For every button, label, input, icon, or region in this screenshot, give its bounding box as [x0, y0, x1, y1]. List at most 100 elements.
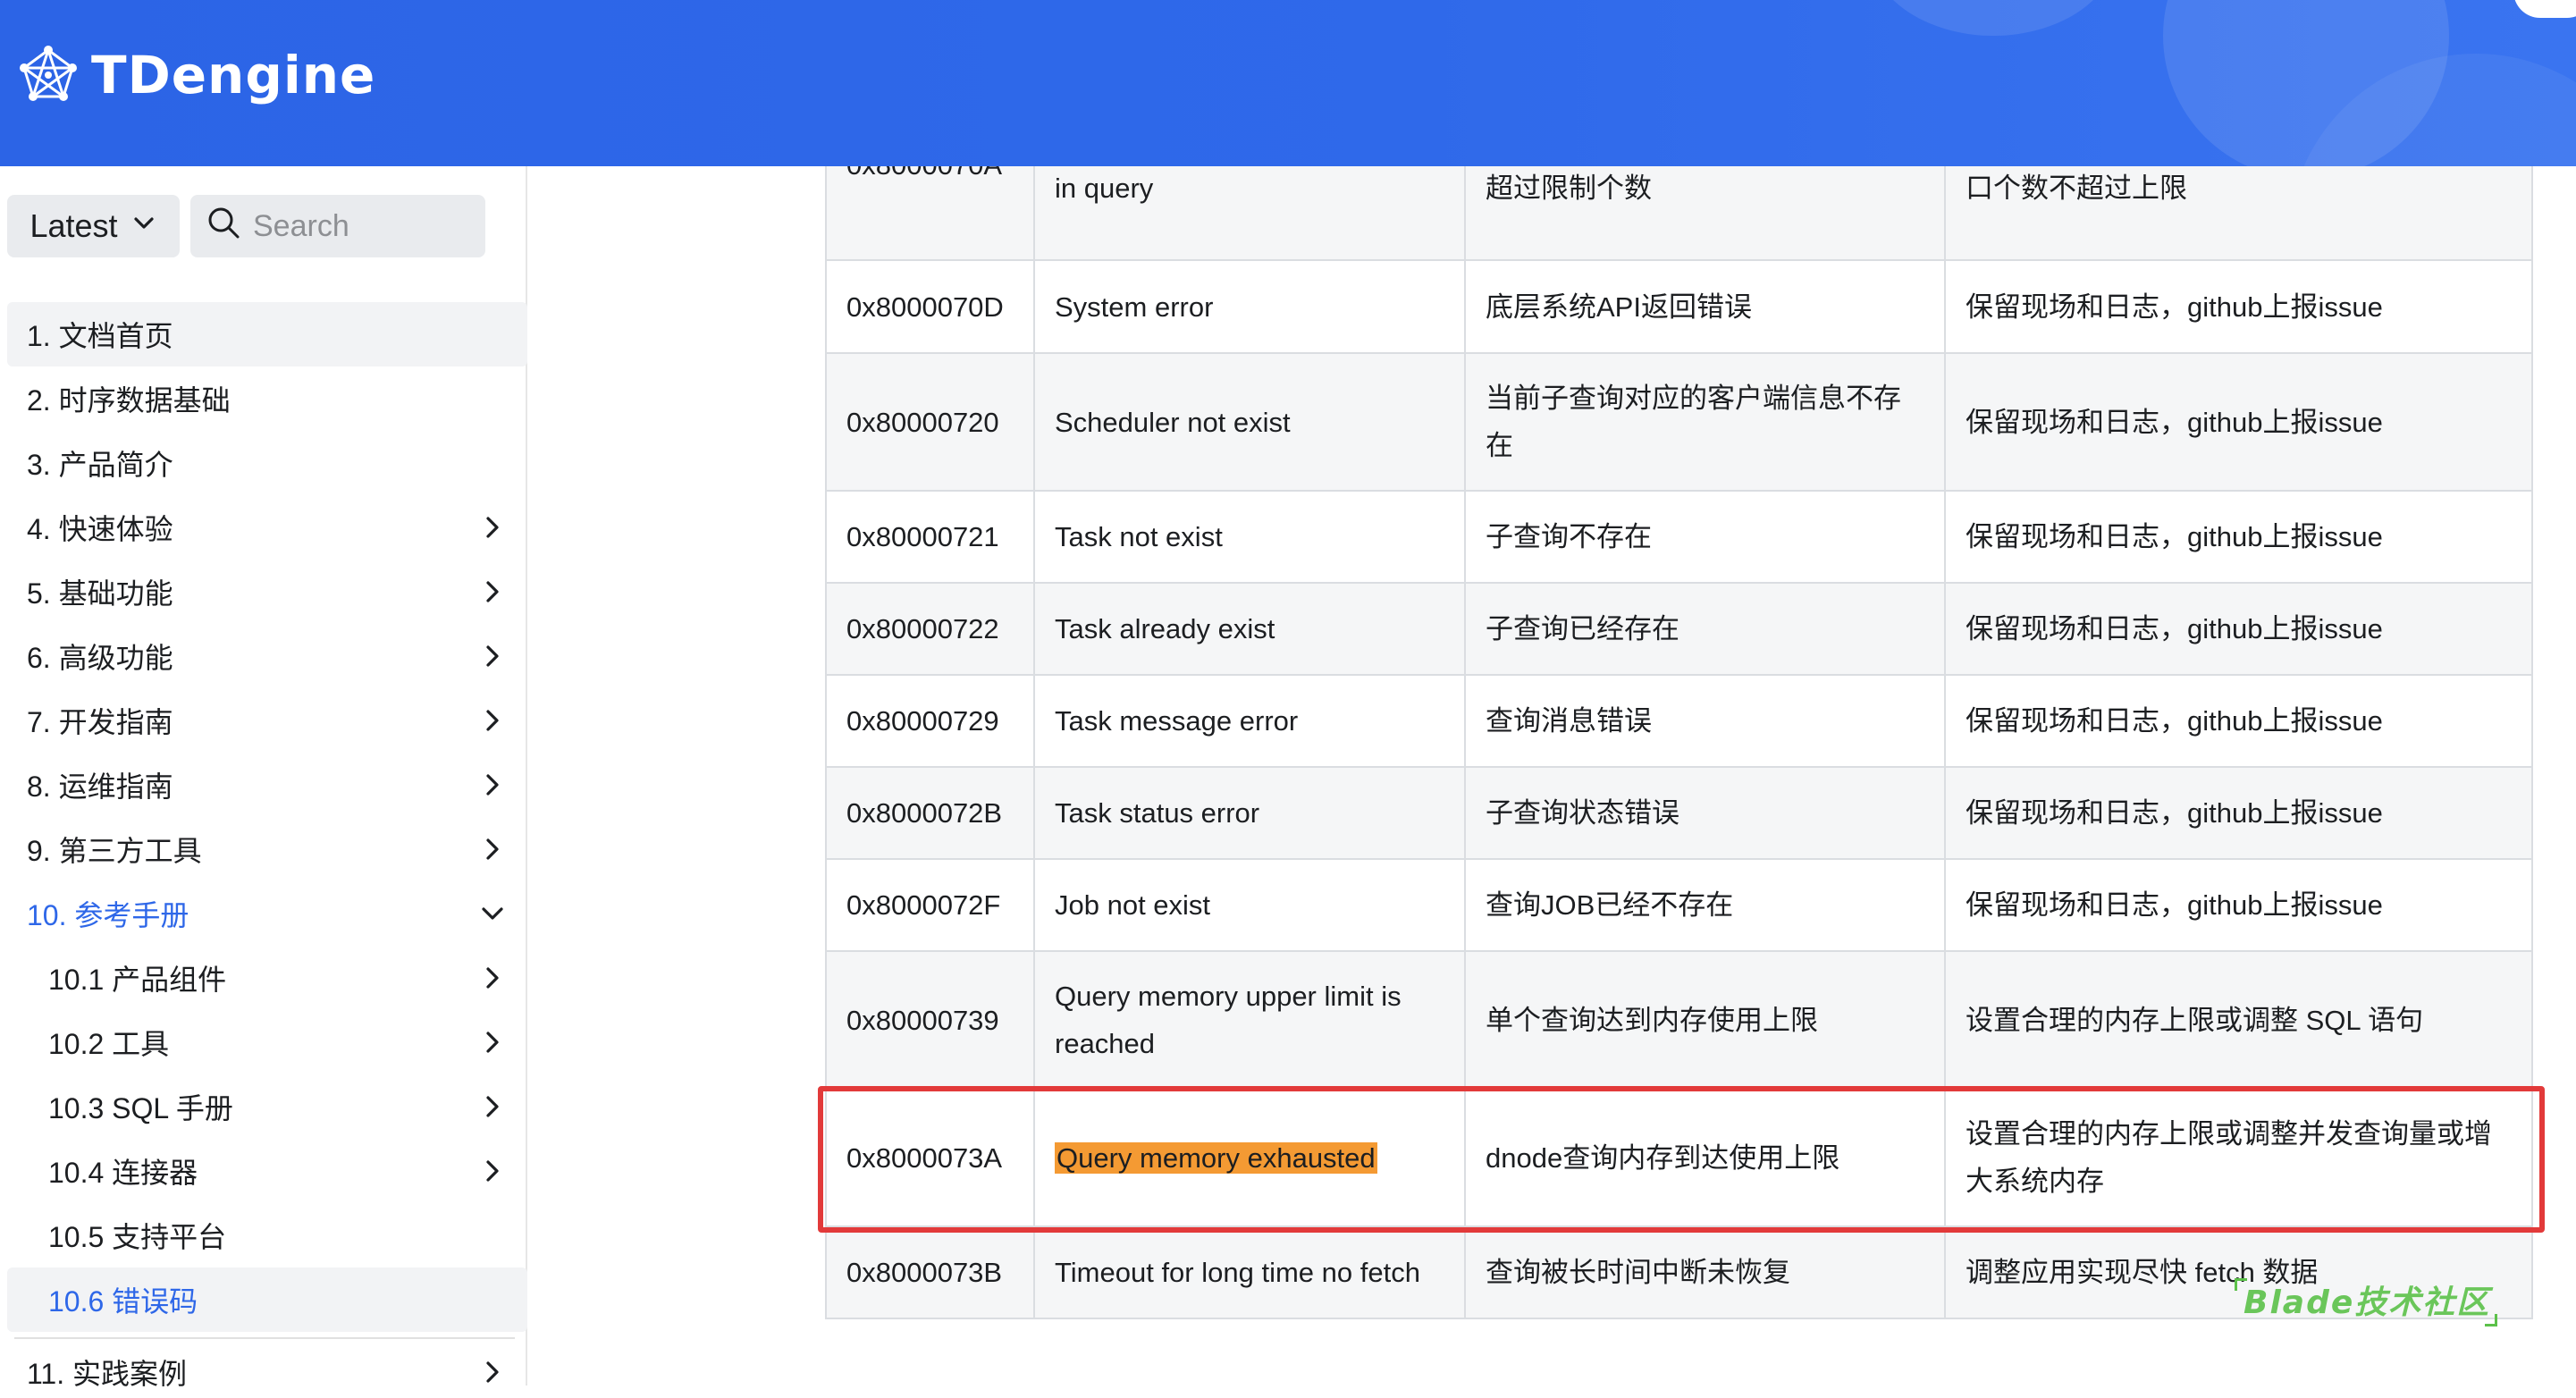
sidebar-item-label: 10.1 产品组件 [48, 964, 227, 996]
error-description-cell: dnode查询内存到达使用上限 [1464, 1088, 1946, 1227]
table-row: 0x8000070D System error 底层系统API返回错误 保留现场… [825, 259, 2533, 354]
sidebar-item-label: 10.5 支持平台 [48, 1221, 227, 1253]
chevron-right-icon[interactable] [477, 641, 508, 671]
table-row-highlighted: 0x8000073A Query memory exhausted dnode查… [825, 1088, 2533, 1227]
tdengine-star-logo-icon [18, 45, 79, 105]
header-corner-decoration [2513, 0, 2576, 18]
sidebar-item-tools[interactable]: 10.2 工具 [7, 1010, 527, 1074]
search-input[interactable] [253, 208, 467, 244]
chevron-right-icon[interactable] [477, 512, 508, 543]
error-message-cell: Job not exist [1033, 858, 1466, 952]
table-row: 0x8000072F Job not exist 查询JOB已经不存在 保留现场… [825, 858, 2533, 952]
error-code-cell: 0x80000722 [825, 582, 1035, 676]
sidebar-item-quick-start[interactable]: 4. 快速体验 [7, 495, 527, 560]
error-description-cell: 子查询不存在 [1464, 490, 1946, 584]
chevron-down-icon [130, 207, 157, 245]
table-row: 0x80000721 Task not exist 子查询不存在 保留现场和日志… [825, 490, 2533, 584]
chevron-right-icon[interactable] [477, 963, 508, 993]
version-dropdown[interactable]: Latest [7, 195, 180, 257]
error-message-cell: Task status error [1033, 766, 1466, 860]
sidebar-item-docs-home[interactable]: 1. 文档首页 [7, 302, 527, 366]
chevron-right-icon[interactable] [477, 1091, 508, 1122]
watermark-corner [2485, 1314, 2497, 1326]
search-box[interactable] [190, 195, 485, 257]
sidebar-divider [14, 1337, 515, 1339]
sidebar-item-connectors[interactable]: 10.4 连接器 [7, 1139, 527, 1203]
chevron-right-icon[interactable] [477, 1357, 508, 1387]
sidebar-item-third-party-tools[interactable]: 9. 第三方工具 [7, 817, 527, 881]
error-message-cell: Scheduler not exist [1033, 352, 1466, 492]
docs-sidebar: Latest 1. 文档首页 2. 时序数据基础 3. 产品简介 4. 快速体验… [0, 166, 527, 1390]
error-action-cell: 保留现场和日志，github上报issue [1944, 766, 2533, 860]
error-code-cell: 0x80000729 [825, 674, 1035, 768]
error-code-cell: 0x80000739 [825, 950, 1035, 1090]
error-description-cell: 当前子查询对应的客户端信息不存在 [1464, 352, 1946, 492]
chevron-right-icon[interactable] [477, 1156, 508, 1186]
error-action-cell: 设置合理的内存上限或调整 SQL 语句 [1944, 950, 2533, 1090]
error-action-cell: 保留现场和日志，github上报issue [1944, 858, 2533, 952]
table-row: 0x80000722 Task already exist 子查询已经存在 保留… [825, 582, 2533, 676]
sidebar-item-dev-guide[interactable]: 7. 开发指南 [7, 688, 527, 753]
chevron-right-icon[interactable] [477, 577, 508, 607]
error-message-cell: Task already exist [1033, 582, 1466, 676]
error-action-cell: 保留现场和日志，github上报issue [1944, 674, 2533, 768]
error-action-cell: 保留现场和日志，github上报issue [1944, 352, 2533, 492]
sidebar-item-product-components[interactable]: 10.1 产品组件 [7, 946, 527, 1010]
chevron-right-icon[interactable] [477, 770, 508, 800]
error-message-cell: Query memory exhausted [1033, 1088, 1466, 1227]
chevron-right-icon[interactable] [477, 834, 508, 864]
error-code-cell: 0x80000720 [825, 352, 1035, 492]
sidebar-item-timeseries-basics[interactable]: 2. 时序数据基础 [7, 366, 527, 431]
error-code-cell: 0x8000072F [825, 858, 1035, 952]
error-action-cell: 设置合理的内存上限或调整并发查询量或增大系统内存 [1944, 1088, 2533, 1227]
error-message-cell: Task message error [1033, 674, 1466, 768]
sidebar-item-ops-guide[interactable]: 8. 运维指南 [7, 753, 527, 817]
error-code-cell: 0x8000073B [825, 1225, 1035, 1319]
error-action-cell: 保留现场和日志，github上报issue [1944, 490, 2533, 584]
sidebar-item-label: 1. 文档首页 [27, 320, 173, 352]
sidebar-menu: 1. 文档首页 2. 时序数据基础 3. 产品简介 4. 快速体验 5. 基础功… [7, 302, 527, 1398]
sidebar-item-basic-features[interactable]: 5. 基础功能 [7, 560, 527, 624]
chevron-down-icon[interactable] [477, 898, 508, 929]
sidebar-item-label: 5. 基础功能 [27, 577, 173, 610]
error-code-cell: 0x8000073A [825, 1088, 1035, 1227]
chevron-right-icon[interactable] [477, 705, 508, 736]
sidebar-item-label: 10. 参考手册 [27, 899, 189, 931]
sidebar-item-label: 7. 开发指南 [27, 706, 173, 738]
sidebar-item-error-codes[interactable]: 10.6 错误码 [7, 1267, 527, 1332]
sidebar-toolbar: Latest [7, 195, 485, 257]
error-description-cell: 查询被长时间中断未恢复 [1464, 1225, 1946, 1319]
chevron-right-icon[interactable] [477, 1027, 508, 1057]
sidebar-item-label: 8. 运维指南 [27, 771, 173, 803]
search-icon [206, 206, 240, 248]
sidebar-item-supported-platforms[interactable]: 10.5 支持平台 [7, 1203, 527, 1267]
version-label: Latest [29, 207, 118, 244]
error-message-cell: System error [1033, 259, 1466, 354]
sidebar-item-practice-cases[interactable]: 11. 实践案例 [7, 1346, 527, 1398]
sidebar-item-label: 4. 快速体验 [27, 513, 173, 545]
sidebar-item-product-intro[interactable]: 3. 产品简介 [7, 431, 527, 495]
table-row: 0x8000072B Task status error 子查询状态错误 保留现… [825, 766, 2533, 860]
table-row: 0x80000720 Scheduler not exist 当前子查询对应的客… [825, 352, 2533, 492]
sidebar-item-advanced-features[interactable]: 6. 高级功能 [7, 624, 527, 688]
error-description-cell: 查询JOB已经不存在 [1464, 858, 1946, 952]
error-description-cell: 单个查询达到内存使用上限 [1464, 950, 1946, 1090]
error-message-cell: Timeout for long time no fetch [1033, 1225, 1466, 1319]
sidebar-item-reference-manual[interactable]: 10. 参考手册 [7, 881, 527, 946]
sidebar-item-label: 10.4 连接器 [48, 1157, 198, 1189]
watermark: Blade技术社区 [2243, 1284, 2491, 1321]
sidebar-item-label: 10.3 SQL 手册 [48, 1092, 233, 1124]
error-description-cell: 子查询已经存在 [1464, 582, 1946, 676]
sidebar-item-label: 11. 实践案例 [27, 1358, 188, 1390]
error-message-cell: Query memory upper limit is reached [1033, 950, 1466, 1090]
sidebar-item-label: 10.6 错误码 [48, 1285, 198, 1318]
sidebar-item-label: 3. 产品简介 [27, 449, 173, 481]
sidebar-item-label: 10.2 工具 [48, 1028, 170, 1060]
error-code-cell: 0x8000072B [825, 766, 1035, 860]
sidebar-item-sql-manual[interactable]: 10.3 SQL 手册 [7, 1074, 527, 1139]
brand-name: TDengine [91, 45, 376, 105]
brand-link[interactable]: TDengine [18, 43, 375, 107]
sidebar-item-label: 9. 第三方工具 [27, 835, 202, 867]
error-description-cell: 查询消息错误 [1464, 674, 1946, 768]
main-content: 0x8000070A Too many groups/time window i… [527, 0, 2576, 1385]
